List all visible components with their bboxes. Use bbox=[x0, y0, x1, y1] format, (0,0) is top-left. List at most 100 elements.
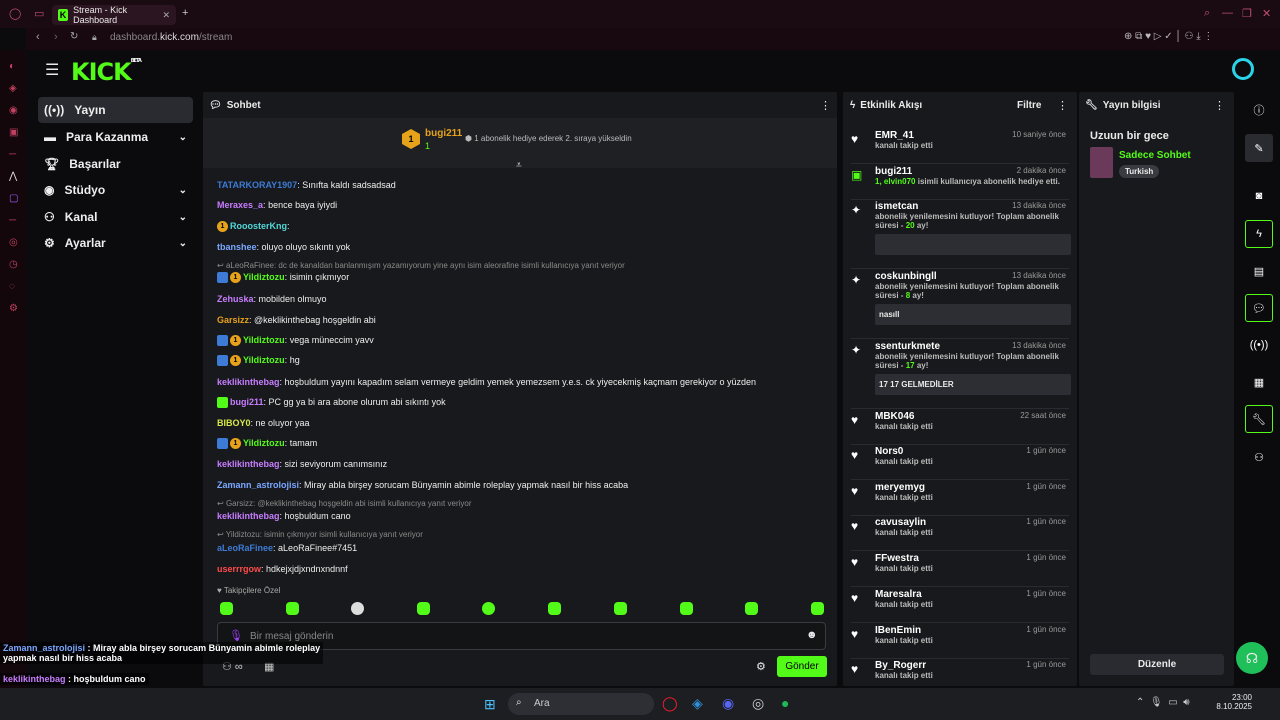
wrench-icon[interactable]: 🔧︎ bbox=[1245, 405, 1273, 433]
activity-message bbox=[875, 234, 1071, 255]
pencil-icon[interactable]: ✎ bbox=[1245, 134, 1273, 162]
emote-icon[interactable] bbox=[745, 602, 758, 615]
stream-info-more-icon[interactable]: ⋮ bbox=[1214, 99, 1225, 112]
chat-text: hoşbuldum cano bbox=[284, 511, 351, 521]
activity-time: 1 gün önce bbox=[1026, 446, 1066, 455]
activity-more-icon[interactable]: ⋮ bbox=[1057, 99, 1068, 112]
document-icon[interactable]: ▤ bbox=[1245, 257, 1273, 285]
nav-para-kazanma[interactable]: ▬ Para Kazanma ⌄ bbox=[38, 124, 193, 150]
menu-icon[interactable]: ☰ bbox=[45, 60, 59, 80]
chevron-down-icon: ⌄ bbox=[178, 237, 187, 249]
app-icon[interactable]: ◎ bbox=[752, 695, 764, 712]
chat-username[interactable]: Yildiztozu bbox=[243, 438, 285, 448]
emote-icon[interactable] bbox=[220, 602, 233, 615]
chat-username[interactable]: TATARKORAY1907 bbox=[217, 180, 297, 190]
chat-username[interactable]: BIBOY0 bbox=[217, 418, 251, 428]
chat-username[interactable]: keklikinthebag bbox=[217, 459, 280, 469]
emoji-icon[interactable]: ☻ bbox=[806, 629, 818, 641]
opera-logo-icon[interactable]: ◯ bbox=[9, 7, 21, 20]
mic-icon[interactable]: 🎙︎ bbox=[229, 629, 243, 642]
emote-icon[interactable] bbox=[614, 602, 627, 615]
close-window-icon[interactable]: ✕ bbox=[1262, 7, 1271, 20]
emote-icon[interactable] bbox=[811, 602, 824, 615]
chat-username[interactable]: keklikinthebag bbox=[217, 511, 280, 521]
activity-desc: kanalı takip etti bbox=[875, 671, 1065, 680]
nav-studyo[interactable]: ◉ Stüdyo ⌄ bbox=[38, 177, 193, 203]
emote-icon[interactable] bbox=[286, 602, 299, 615]
minimize-icon[interactable]: — bbox=[1222, 7, 1233, 19]
chat-more-icon[interactable]: ⋮ bbox=[820, 99, 831, 112]
emote-icon[interactable] bbox=[482, 602, 495, 615]
users-icon[interactable]: ⚇ bbox=[1245, 443, 1273, 471]
new-tab-icon[interactable]: + bbox=[182, 7, 188, 19]
opera-app-icon[interactable]: ◯ bbox=[662, 695, 678, 712]
nav-ayarlar[interactable]: ⚙ Ayarlar ⌄ bbox=[38, 230, 193, 256]
chat-icon[interactable]: 💬︎ bbox=[1245, 294, 1273, 322]
nav-kanal[interactable]: ⚇ Kanal ⌄ bbox=[38, 204, 193, 230]
activity-months: 8 bbox=[905, 291, 911, 300]
filter-button[interactable]: Filtre bbox=[1017, 100, 1041, 111]
tray-icons[interactable]: ⌃ 🎙︎ ▭ 🔊︎ bbox=[1136, 697, 1190, 708]
tab-title: Stream - Kick Dashboard bbox=[73, 5, 128, 25]
browser-sidebar-icons[interactable]: ◐ ◈ ◉ ▣ ─ ⋀ ▢ ─ ◎ ◷ ◌ ⚙ bbox=[9, 56, 18, 320]
maximize-icon[interactable]: ❐ bbox=[1242, 7, 1252, 20]
chat-username[interactable]: RooosterKng bbox=[230, 221, 287, 231]
chat-username[interactable]: Zamann_astrolojisi bbox=[217, 480, 299, 490]
chat-message: keklikinthebag: hoşbuldum cano bbox=[217, 511, 351, 521]
collapse-pinned-icon[interactable]: ⩡ bbox=[516, 160, 522, 171]
chat-username[interactable]: Garsizz bbox=[217, 315, 249, 325]
spotify-icon[interactable]: ● bbox=[781, 695, 789, 711]
emote-icon[interactable] bbox=[548, 602, 561, 615]
category-name[interactable]: Sadece Sohbet bbox=[1119, 150, 1191, 161]
activity-time: 1 gün önce bbox=[1026, 625, 1066, 634]
browser-tab[interactable]: K Stream - Kick Dashboard ✕ bbox=[52, 5, 176, 25]
taskbar-search[interactable]: ⌕ Ara bbox=[508, 693, 654, 715]
chat-message: BIBOY0: ne oluyor yaa bbox=[217, 418, 310, 428]
nav-basarilar[interactable]: 🏆︎ Başarılar bbox=[38, 151, 193, 177]
chat-username[interactable]: Zehuska bbox=[217, 294, 254, 304]
close-tab-icon[interactable]: ✕ bbox=[162, 10, 170, 21]
store-icon[interactable]: ▦ bbox=[1245, 368, 1273, 396]
tab-list-icon[interactable]: ▭ bbox=[34, 7, 44, 20]
chevron-down-icon: ⌄ bbox=[178, 131, 187, 143]
avatar[interactable] bbox=[1232, 58, 1254, 80]
chat-username[interactable]: Meraxes_a bbox=[217, 200, 263, 210]
app-icon[interactable]: ◈ bbox=[692, 695, 703, 712]
nav-label: Stüdyo bbox=[64, 183, 106, 197]
chat-username[interactable]: Yildiztozu bbox=[243, 272, 285, 282]
discord-icon[interactable]: ◉ bbox=[722, 695, 734, 712]
edit-button[interactable]: Düzenle bbox=[1090, 654, 1224, 675]
browser-tab-bar: ◯ ▭ K Stream - Kick Dashboard ✕ + ⌕ — ❐ … bbox=[0, 0, 1280, 28]
search-icon: ⌕ bbox=[516, 697, 522, 708]
kick-logo[interactable]: KICKBETA bbox=[71, 58, 142, 86]
clock[interactable]: 23:00 8.10.2025 bbox=[1212, 693, 1252, 711]
chat-text: hoşbuldum yayını kapadım selam vermeye g… bbox=[284, 377, 757, 387]
extensions-icon[interactable]: ⊕ ⧉ ♥ ▷ ✓ │ ⚇ ⤓ ⋮ bbox=[1124, 31, 1213, 42]
back-icon[interactable]: ‹ bbox=[36, 31, 40, 43]
chat-username[interactable]: userrrgow bbox=[217, 564, 261, 574]
support-icon[interactable]: ☊ bbox=[1236, 642, 1268, 674]
reload-icon[interactable]: ↻ bbox=[70, 31, 78, 42]
camera-icon[interactable]: ◙ bbox=[1245, 182, 1273, 210]
send-button[interactable]: Gönder bbox=[777, 656, 827, 677]
forward-icon[interactable]: › bbox=[54, 31, 58, 43]
broadcast-icon[interactable]: ((•)) bbox=[1245, 331, 1273, 359]
lightning-icon[interactable]: ϟ bbox=[1245, 220, 1273, 248]
nav-yayin[interactable]: ((•)) Yayın bbox=[38, 97, 193, 123]
chat-username[interactable]: keklikinthebag bbox=[217, 377, 280, 387]
chat-username[interactable]: Yildiztozu bbox=[243, 335, 285, 345]
chat-username[interactable]: bugi211 bbox=[230, 397, 264, 407]
activity-time: 10 saniye önce bbox=[1012, 130, 1066, 139]
chat-text: hg bbox=[289, 355, 300, 365]
emote-icon[interactable] bbox=[351, 602, 364, 615]
emote-icon[interactable] bbox=[680, 602, 693, 615]
chat-username[interactable]: tbanshee bbox=[217, 242, 257, 252]
info-icon[interactable]: ⓘ bbox=[1245, 96, 1273, 124]
chat-settings-icon[interactable]: ⚙ bbox=[756, 660, 766, 673]
chat-username[interactable]: aLeoRaFinee bbox=[217, 543, 273, 553]
url-field[interactable]: dashboard.kick.com/stream bbox=[110, 32, 232, 43]
search-tabs-icon[interactable]: ⌕ bbox=[1204, 7, 1210, 20]
chat-username[interactable]: Yildiztozu bbox=[243, 355, 285, 365]
windows-start-icon[interactable]: ⊞ bbox=[484, 696, 496, 713]
emote-icon[interactable] bbox=[417, 602, 430, 615]
